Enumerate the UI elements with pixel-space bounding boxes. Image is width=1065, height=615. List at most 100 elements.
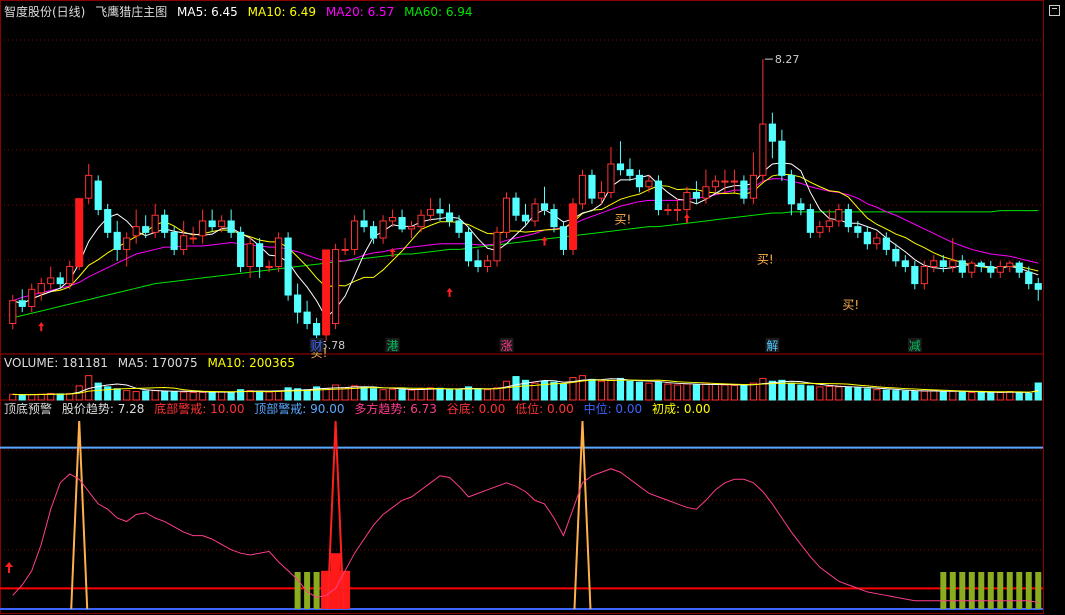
candle-body [626, 169, 634, 176]
indicator-name[interactable]: 飞鹰猎庄主图 [95, 5, 167, 19]
volume-bar [844, 386, 852, 401]
news-tag: 财 [311, 339, 323, 353]
candle-body [113, 231, 121, 250]
osc-bull: 多方趋势: 6.73 [354, 402, 437, 416]
volume-bar [730, 384, 738, 401]
signal-spike [573, 420, 592, 610]
candle [911, 260, 919, 290]
candle [426, 198, 435, 221]
candle [341, 238, 349, 256]
volume-bar [683, 383, 691, 401]
volume-bar [550, 381, 558, 401]
volume-bar [493, 387, 501, 401]
candle-body [968, 262, 976, 273]
volume-bar [616, 377, 625, 401]
volume-bar [180, 391, 188, 401]
volume-bar [275, 390, 283, 401]
candle [673, 198, 682, 221]
volume-bar [797, 384, 805, 401]
candle [436, 198, 444, 221]
volume-bar [968, 392, 976, 401]
stock-name[interactable]: 智度股份(日线) [4, 5, 85, 19]
candle-body [398, 217, 406, 230]
candle-body [170, 231, 178, 250]
candle-body [237, 231, 245, 268]
bottom-zone-bar [940, 572, 947, 609]
bottom-zone-bar [978, 572, 985, 609]
frame [0, 0, 1044, 614]
candle-body [341, 248, 349, 251]
volume-bar [749, 382, 757, 401]
volume-bar [265, 391, 273, 401]
news-tag: 解 [766, 339, 778, 353]
candle [379, 215, 387, 244]
candle-body [360, 220, 368, 228]
candle [787, 169, 795, 216]
candle-body [56, 277, 64, 285]
candle-body [939, 260, 947, 268]
candle-body [531, 203, 539, 222]
osc-initial: 初成: 0.00 [651, 402, 711, 416]
volume-bar [104, 386, 112, 401]
candle-body [550, 209, 558, 228]
volume-bar [1015, 391, 1023, 401]
candle-body [740, 180, 748, 199]
candle-body [388, 217, 397, 222]
volume-bar [199, 391, 207, 401]
candle [85, 163, 93, 204]
candle-body [768, 123, 776, 142]
candle-body [275, 237, 283, 268]
kline-chart[interactable]: 8.275.78买!买!买!买!财港涨解减 [0, 0, 1065, 615]
volume-bar [816, 386, 824, 401]
news-tag: 港 [387, 339, 399, 353]
candle [512, 192, 520, 221]
volume-bar [645, 382, 653, 401]
main-header: 智度股份(日线) 飞鹰猎庄主图 MA5: 6.45 MA10: 6.49 MA2… [4, 4, 479, 20]
volume-bar [417, 388, 425, 401]
candle [18, 289, 26, 313]
signal-arrow [5, 562, 13, 573]
volume-bar [711, 384, 719, 401]
volume-bar [132, 391, 140, 401]
candle-body [502, 197, 511, 233]
candle-body [180, 235, 188, 250]
volume-bar [436, 387, 444, 401]
candle [930, 255, 938, 273]
volume-header: VOLUME: 181181 MA5: 170075 MA10: 200365 [4, 355, 301, 371]
candle-body [199, 220, 207, 237]
candle-body [825, 220, 833, 228]
candle [901, 255, 909, 273]
candle [94, 175, 102, 216]
oscillator-header: 顶底预警 股价趋势: 7.28 底部警戒: 10.00 顶部警戒: 90.00 … [4, 401, 717, 417]
maximize-icon[interactable] [1049, 5, 1060, 16]
main-plot: 8.275.78买!买!买!买!财港涨解减 [9, 53, 1042, 360]
candle-body [521, 214, 530, 222]
candle-body [711, 180, 719, 188]
candle-body [759, 123, 767, 176]
candle [161, 209, 169, 239]
news-tag: 涨 [501, 338, 513, 353]
candle-body [18, 300, 26, 307]
candle [398, 209, 406, 233]
news-tag: 减 [909, 339, 921, 353]
candle [588, 169, 596, 204]
candle-body [123, 237, 131, 250]
volume-bar [825, 385, 833, 401]
vol-ma10-value: MA10: 200365 [207, 356, 295, 370]
trend-line [12, 468, 1039, 603]
candle-body [892, 248, 900, 262]
candle [275, 232, 283, 273]
candle [635, 169, 644, 193]
candle-body [1034, 283, 1042, 290]
candle-body [66, 266, 74, 285]
osc-mid: 中位: 0.00 [583, 402, 643, 416]
candle-body [1006, 262, 1014, 268]
volume-bar [284, 387, 292, 401]
candle [749, 152, 757, 204]
bottom-zone-bar [1006, 572, 1013, 609]
osc-name[interactable]: 顶底预警 [4, 402, 52, 416]
candle-body [47, 277, 55, 285]
candle [360, 209, 368, 233]
bottom-zone-bar [949, 572, 956, 609]
candle [920, 260, 928, 290]
